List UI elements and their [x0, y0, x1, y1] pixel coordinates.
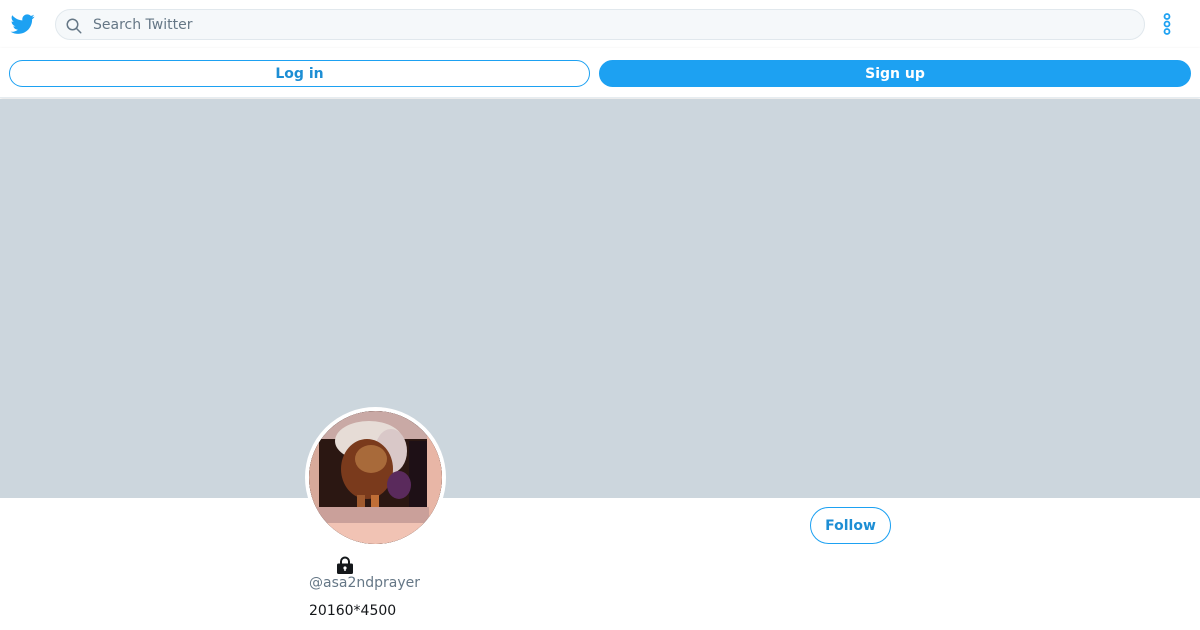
- lock-icon: [335, 555, 355, 575]
- top-bar: [0, 0, 1200, 48]
- search-icon: [65, 17, 83, 35]
- sign-up-button[interactable]: Sign up: [599, 60, 1191, 87]
- auth-bar: Log in Sign up: [0, 48, 1200, 98]
- profile-handle: @asa2ndprayer: [309, 575, 420, 591]
- profile-banner: [0, 99, 1200, 498]
- search-input[interactable]: [93, 14, 1133, 36]
- profile-avatar[interactable]: [305, 407, 446, 548]
- follow-button[interactable]: Follow: [810, 507, 891, 544]
- log-in-button[interactable]: Log in: [9, 60, 590, 87]
- profile-bio: 20160*4500: [309, 603, 397, 619]
- more-vertical-icon[interactable]: [1160, 12, 1174, 36]
- twitter-logo-icon[interactable]: [10, 12, 36, 36]
- search-bar: [55, 9, 1145, 40]
